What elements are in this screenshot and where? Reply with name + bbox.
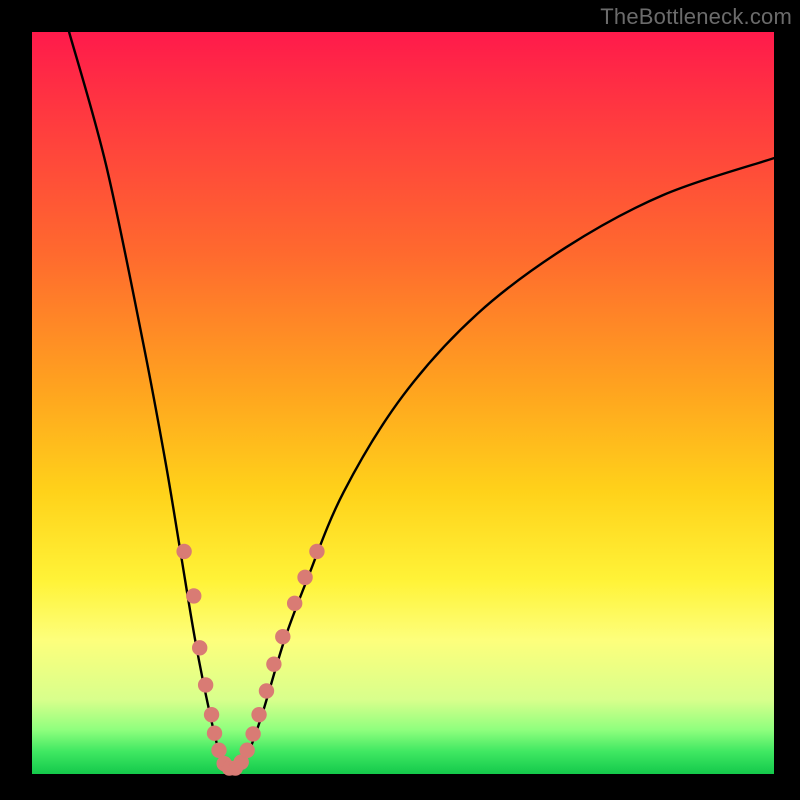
data-marker — [187, 589, 201, 603]
watermark-text: TheBottleneck.com — [600, 4, 792, 30]
chart-overlay-svg — [32, 32, 774, 774]
data-marker — [298, 570, 312, 584]
bottleneck-curve — [69, 32, 774, 772]
data-marker — [240, 743, 254, 757]
chart-frame: TheBottleneck.com — [0, 0, 800, 800]
data-marker — [212, 743, 226, 757]
data-marker — [259, 684, 273, 698]
plot-area — [32, 32, 774, 774]
data-marker — [207, 726, 221, 740]
data-marker — [310, 544, 324, 558]
data-marker — [198, 678, 212, 692]
data-marker — [204, 707, 218, 721]
data-marker — [177, 544, 191, 558]
data-marker — [192, 641, 206, 655]
data-marker — [287, 596, 301, 610]
data-marker — [252, 707, 266, 721]
data-marker — [276, 630, 290, 644]
data-marker — [267, 657, 281, 671]
data-marker — [246, 727, 260, 741]
